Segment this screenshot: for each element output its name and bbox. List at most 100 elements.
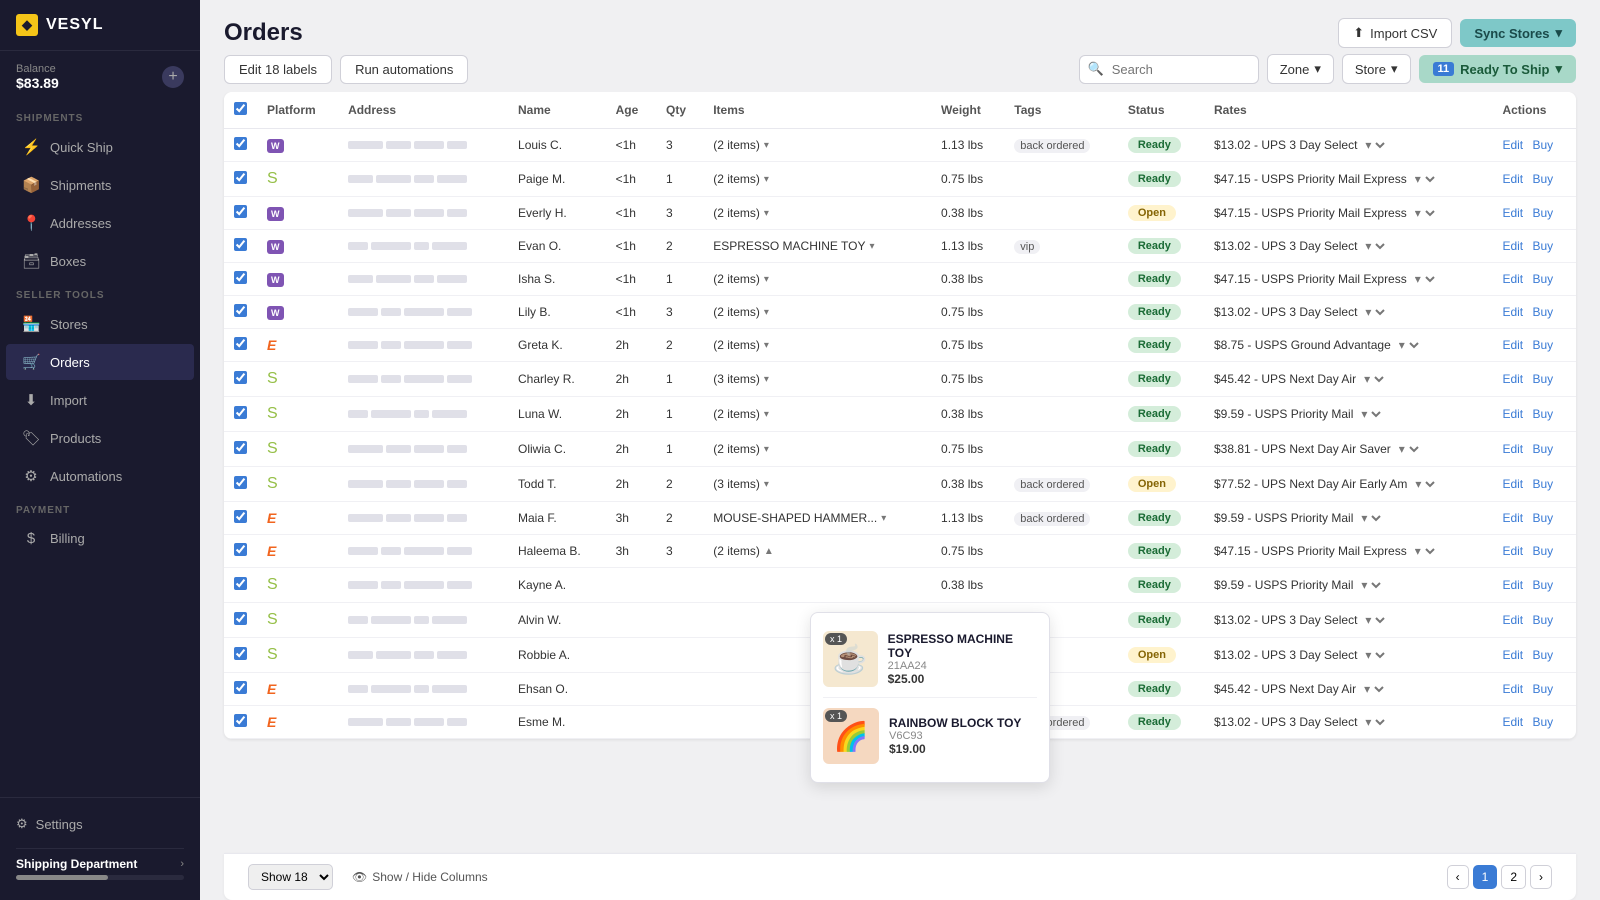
sidebar-item-billing[interactable]: $ Billing [6, 521, 194, 556]
items-cell[interactable]: (2 items) ▾ [703, 129, 931, 162]
rates-dropdown[interactable]: ▾ [1411, 543, 1438, 559]
sync-stores-button[interactable]: Sync Stores ▾ [1460, 19, 1576, 47]
items-cell[interactable]: MOUSE-SHAPED HAMMER... ▾ [703, 502, 931, 535]
rates-dropdown[interactable]: ▾ [1411, 271, 1438, 287]
row-checkbox[interactable] [234, 441, 247, 454]
import-csv-button[interactable]: ⬆ Import CSV [1338, 18, 1452, 48]
buy-action[interactable]: Buy [1532, 578, 1553, 592]
buy-action[interactable]: Buy [1532, 407, 1553, 421]
items-cell[interactable]: (2 items) ▾ [703, 263, 931, 296]
row-checkbox[interactable] [234, 337, 247, 350]
sidebar-item-boxes[interactable]: 🗃 Boxes [6, 243, 194, 279]
items-cell[interactable]: (3 items) ▾ [703, 362, 931, 397]
items-cell[interactable]: (2 items) ▾ [703, 162, 931, 197]
edit-action[interactable]: Edit [1502, 477, 1523, 491]
buy-action[interactable]: Buy [1532, 338, 1553, 352]
edit-action[interactable]: Edit [1502, 613, 1523, 627]
row-checkbox[interactable] [234, 647, 247, 660]
buy-action[interactable]: Buy [1532, 239, 1553, 253]
edit-action[interactable]: Edit [1502, 442, 1523, 456]
edit-action[interactable]: Edit [1502, 682, 1523, 696]
sidebar-item-shipments[interactable]: 📦 Shipments [6, 167, 194, 203]
buy-action[interactable]: Buy [1532, 138, 1553, 152]
rates-dropdown[interactable]: ▾ [1357, 510, 1384, 526]
page-1-button[interactable]: 1 [1473, 865, 1498, 889]
rates-dropdown[interactable]: ▾ [1361, 238, 1388, 254]
buy-action[interactable]: Buy [1532, 305, 1553, 319]
edit-action[interactable]: Edit [1502, 648, 1523, 662]
row-checkbox[interactable] [234, 205, 247, 218]
row-checkbox[interactable] [234, 476, 247, 489]
buy-action[interactable]: Buy [1532, 172, 1553, 186]
items-expander[interactable]: (3 items) ▾ [713, 372, 921, 386]
rates-dropdown[interactable]: ▾ [1360, 371, 1387, 387]
sidebar-item-quick-ship[interactable]: ⚡ Quick Ship [6, 129, 194, 165]
ready-to-ship-button[interactable]: 11 Ready To Ship ▾ [1419, 55, 1577, 83]
items-cell[interactable] [703, 568, 931, 603]
buy-action[interactable]: Buy [1532, 648, 1553, 662]
page-2-button[interactable]: 2 [1501, 865, 1526, 889]
buy-action[interactable]: Buy [1532, 682, 1553, 696]
rates-dropdown[interactable]: ▾ [1361, 647, 1388, 663]
buy-action[interactable]: Buy [1532, 372, 1553, 386]
items-cell[interactable]: (2 items) ▲ [703, 535, 931, 568]
sidebar-item-orders[interactable]: 🛒 Orders [6, 344, 194, 380]
edit-action[interactable]: Edit [1502, 305, 1523, 319]
buy-action[interactable]: Buy [1532, 272, 1553, 286]
row-checkbox[interactable] [234, 238, 247, 251]
add-balance-button[interactable]: + [162, 66, 184, 88]
items-expander[interactable]: (2 items) ▾ [713, 138, 921, 152]
items-expander[interactable]: (2 items) ▾ [713, 206, 921, 220]
row-checkbox[interactable] [234, 371, 247, 384]
items-expander[interactable]: (2 items) ▾ [713, 407, 921, 421]
edit-action[interactable]: Edit [1502, 372, 1523, 386]
sidebar-item-import[interactable]: ⬇ Import [6, 382, 194, 418]
row-checkbox[interactable] [234, 406, 247, 419]
buy-action[interactable]: Buy [1532, 511, 1553, 525]
buy-action[interactable]: Buy [1532, 206, 1553, 220]
show-hide-columns-button[interactable]: 👁 Show / Hide Columns [343, 865, 497, 889]
rates-dropdown[interactable]: ▾ [1395, 337, 1422, 353]
sidebar-item-stores[interactable]: 🏪 Stores [6, 306, 194, 342]
edit-action[interactable]: Edit [1502, 407, 1523, 421]
settings-item[interactable]: ⚙ Settings [16, 810, 184, 838]
rates-dropdown[interactable]: ▾ [1361, 137, 1388, 153]
rates-dropdown[interactable]: ▾ [1361, 304, 1388, 320]
items-expander[interactable]: (3 items) ▾ [713, 477, 921, 491]
edit-action[interactable]: Edit [1502, 138, 1523, 152]
row-checkbox[interactable] [234, 681, 247, 694]
items-cell[interactable]: (2 items) ▾ [703, 397, 931, 432]
items-cell[interactable]: (2 items) ▾ [703, 197, 931, 230]
rates-dropdown[interactable]: ▾ [1411, 171, 1438, 187]
prev-page-button[interactable]: ‹ [1447, 865, 1469, 889]
edit-action[interactable]: Edit [1502, 544, 1523, 558]
edit-action[interactable]: Edit [1502, 511, 1523, 525]
items-cell[interactable]: ESPRESSO MACHINE TOY ▾ [703, 230, 931, 263]
row-checkbox[interactable] [234, 510, 247, 523]
rates-dropdown[interactable]: ▾ [1357, 577, 1384, 593]
search-input[interactable] [1079, 55, 1259, 84]
edit-action[interactable]: Edit [1502, 578, 1523, 592]
items-expander[interactable]: MOUSE-SHAPED HAMMER... ▾ [713, 511, 921, 525]
row-checkbox[interactable] [234, 714, 247, 727]
row-checkbox[interactable] [234, 577, 247, 590]
edit-action[interactable]: Edit [1502, 272, 1523, 286]
rates-dropdown[interactable]: ▾ [1357, 406, 1384, 422]
rates-dropdown[interactable]: ▾ [1361, 612, 1388, 628]
rates-dropdown[interactable]: ▾ [1395, 441, 1422, 457]
edit-labels-button[interactable]: Edit 18 labels [224, 55, 332, 84]
zone-filter-button[interactable]: Zone ▾ [1267, 54, 1334, 84]
sidebar-item-automations[interactable]: ⚙ Automations [6, 458, 194, 494]
items-expander[interactable]: (2 items) ▾ [713, 305, 921, 319]
buy-action[interactable]: Buy [1532, 442, 1553, 456]
items-expander[interactable]: (2 items) ▲ [713, 544, 921, 558]
row-checkbox[interactable] [234, 271, 247, 284]
store-filter-button[interactable]: Store ▾ [1342, 54, 1411, 84]
edit-action[interactable]: Edit [1502, 715, 1523, 729]
run-automations-button[interactable]: Run automations [340, 55, 468, 84]
sidebar-item-addresses[interactable]: 📍 Addresses [6, 205, 194, 241]
show-rows-select[interactable]: Show 18 Show 25 Show 50 [248, 864, 333, 890]
edit-action[interactable]: Edit [1502, 338, 1523, 352]
row-checkbox[interactable] [234, 304, 247, 317]
rates-dropdown[interactable]: ▾ [1360, 681, 1387, 697]
